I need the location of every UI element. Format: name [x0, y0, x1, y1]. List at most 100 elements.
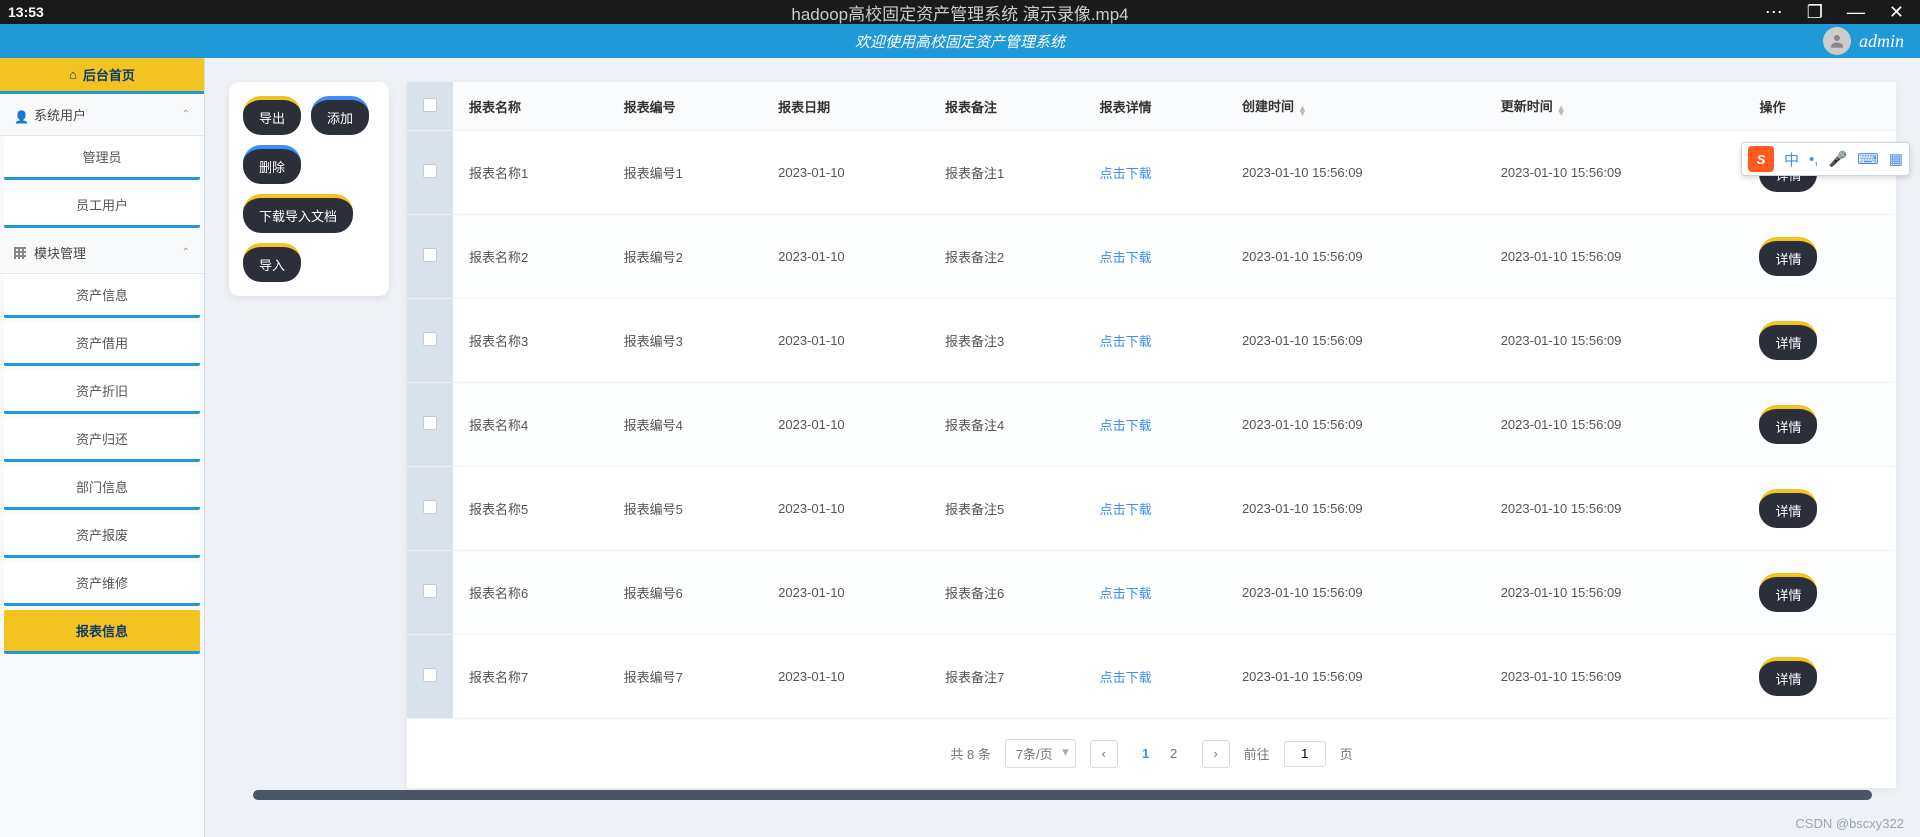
ime-toolbar[interactable]: S 中 •, 🎤 ⌨ ▦ — [1741, 142, 1910, 176]
sidebar-item[interactable]: 资产报废 — [4, 514, 200, 558]
detail-button[interactable]: 详情 — [1759, 573, 1817, 612]
sort-icon[interactable]: ▲▼ — [1298, 106, 1307, 116]
row-checkbox[interactable] — [423, 500, 437, 514]
cell-created: 2023-01-10 15:56:09 — [1226, 131, 1485, 215]
cell-remark: 报表备注6 — [929, 551, 1084, 635]
sidebar-item[interactable]: 员工用户 — [4, 184, 200, 228]
cell-detail: 点击下载 — [1084, 383, 1226, 467]
sidebar-group-header[interactable]: 模块管理⌃ — [0, 232, 204, 274]
window-titlebar: 13:53 hadoop高校固定资产管理系统 演示录像.mp4 ⋯ ❐ — ✕ — [0, 0, 1920, 24]
row-checkbox-cell[interactable] — [407, 131, 453, 215]
col-remark[interactable]: 报表备注 — [929, 82, 1084, 131]
import-button[interactable]: 导入 — [243, 243, 301, 282]
sidebar-group-header[interactable]: 系统用户 ⌃ — [0, 94, 204, 136]
cell-updated: 2023-01-10 15:56:09 — [1485, 131, 1744, 215]
ime-lang[interactable]: 中 — [1784, 149, 1799, 170]
export-button[interactable]: 导出 — [243, 96, 301, 135]
sidebar-home[interactable]: ⌂ 后台首页 — [0, 58, 204, 94]
cell-date: 2023-01-10 — [762, 467, 929, 551]
cell-ops: 详情 — [1743, 635, 1896, 719]
sidebar-item[interactable]: 资产信息 — [4, 274, 200, 318]
ime-keyboard-icon[interactable]: ⌨ — [1857, 150, 1879, 168]
download-link[interactable]: 点击下载 — [1100, 418, 1152, 433]
page-size-select[interactable]: 7条/页 — [1005, 739, 1076, 768]
col-code[interactable]: 报表编号 — [608, 82, 763, 131]
cell-updated: 2023-01-10 15:56:09 — [1485, 299, 1744, 383]
minimize-icon[interactable]: — — [1847, 2, 1865, 23]
sidebar-item[interactable]: 报表信息 — [4, 610, 200, 654]
download-link[interactable]: 点击下载 — [1100, 670, 1152, 685]
cell-created: 2023-01-10 15:56:09 — [1226, 383, 1485, 467]
table-row: 报表名称5报表编号52023-01-10报表备注5点击下载2023-01-10 … — [407, 467, 1896, 551]
page-number[interactable]: 2 — [1160, 740, 1188, 768]
download-link[interactable]: 点击下载 — [1100, 586, 1152, 601]
user-menu[interactable]: admin — [1823, 27, 1904, 55]
detail-button[interactable]: 详情 — [1759, 405, 1817, 444]
sort-icon[interactable]: ▲▼ — [1557, 106, 1566, 116]
sidebar-item[interactable]: 资产折旧 — [4, 370, 200, 414]
ime-mic-icon[interactable]: 🎤 — [1828, 150, 1847, 168]
row-checkbox[interactable] — [423, 584, 437, 598]
col-date[interactable]: 报表日期 — [762, 82, 929, 131]
row-checkbox-cell[interactable] — [407, 299, 453, 383]
download-template-button[interactable]: 下载导入文档 — [243, 194, 353, 233]
sidebar-item[interactable]: 资产维修 — [4, 562, 200, 606]
group-label: 系统用户 — [34, 105, 86, 124]
col-created[interactable]: 创建时间▲▼ — [1226, 82, 1485, 131]
col-detail[interactable]: 报表详情 — [1084, 82, 1226, 131]
sidebar-item[interactable]: 资产借用 — [4, 322, 200, 366]
sidebar-item[interactable]: 管理员 — [4, 136, 200, 180]
cell-code: 报表编号5 — [608, 467, 763, 551]
row-checkbox[interactable] — [423, 668, 437, 682]
cell-remark: 报表备注4 — [929, 383, 1084, 467]
more-icon[interactable]: ⋯ — [1765, 2, 1783, 23]
restore-icon[interactable]: ❐ — [1807, 2, 1823, 23]
close-icon[interactable]: ✕ — [1889, 2, 1904, 23]
page-number[interactable]: 1 — [1132, 740, 1160, 768]
cell-created: 2023-01-10 15:56:09 — [1226, 299, 1485, 383]
table-row: 报表名称7报表编号72023-01-10报表备注7点击下载2023-01-10 … — [407, 635, 1896, 719]
row-checkbox-cell[interactable] — [407, 383, 453, 467]
row-checkbox[interactable] — [423, 332, 437, 346]
table-row: 报表名称2报表编号22023-01-10报表备注2点击下载2023-01-10 … — [407, 215, 1896, 299]
detail-button[interactable]: 详情 — [1759, 657, 1817, 696]
delete-button[interactable]: 删除 — [243, 145, 301, 184]
row-checkbox-cell[interactable] — [407, 467, 453, 551]
detail-button[interactable]: 详情 — [1759, 237, 1817, 276]
cell-created: 2023-01-10 15:56:09 — [1226, 635, 1485, 719]
data-table: 报表名称 报表编号 报表日期 报表备注 报表详情 创建时间▲▼ 更新时间▲▼ 操… — [407, 82, 1896, 788]
next-page-button[interactable]: › — [1202, 740, 1230, 768]
sidebar-item[interactable]: 部门信息 — [4, 466, 200, 510]
download-link[interactable]: 点击下载 — [1100, 334, 1152, 349]
detail-button[interactable]: 详情 — [1759, 489, 1817, 528]
horizontal-scrollbar[interactable] — [253, 790, 1872, 800]
clock-time: 13:53 — [0, 4, 44, 20]
col-name[interactable]: 报表名称 — [453, 82, 608, 131]
add-button[interactable]: 添加 — [311, 96, 369, 135]
detail-button[interactable]: 详情 — [1759, 321, 1817, 360]
header-checkbox-cell[interactable] — [407, 82, 453, 131]
download-link[interactable]: 点击下载 — [1100, 166, 1152, 181]
download-link[interactable]: 点击下载 — [1100, 502, 1152, 517]
cell-code: 报表编号2 — [608, 215, 763, 299]
pagination: 共 8 条 7条/页 ‹ 12 › 前往 页 — [407, 719, 1896, 788]
row-checkbox-cell[interactable] — [407, 215, 453, 299]
prev-page-button[interactable]: ‹ — [1090, 740, 1118, 768]
select-all-checkbox[interactable] — [423, 98, 437, 112]
row-checkbox-cell[interactable] — [407, 551, 453, 635]
ime-punct-icon[interactable]: •, — [1809, 151, 1818, 168]
chevron-up-icon: ⌃ — [182, 109, 190, 120]
cell-remark: 报表备注1 — [929, 131, 1084, 215]
col-updated[interactable]: 更新时间▲▼ — [1485, 82, 1744, 131]
cell-code: 报表编号6 — [608, 551, 763, 635]
ime-grid-icon[interactable]: ▦ — [1889, 150, 1903, 168]
row-checkbox[interactable] — [423, 416, 437, 430]
download-link[interactable]: 点击下载 — [1100, 250, 1152, 265]
row-checkbox-cell[interactable] — [407, 635, 453, 719]
goto-page-input[interactable] — [1284, 741, 1326, 767]
cell-name: 报表名称7 — [453, 635, 608, 719]
row-checkbox[interactable] — [423, 164, 437, 178]
row-checkbox[interactable] — [423, 248, 437, 262]
welcome-text: 欢迎使用高校固定资产管理系统 — [855, 31, 1065, 52]
sidebar-item[interactable]: 资产归还 — [4, 418, 200, 462]
